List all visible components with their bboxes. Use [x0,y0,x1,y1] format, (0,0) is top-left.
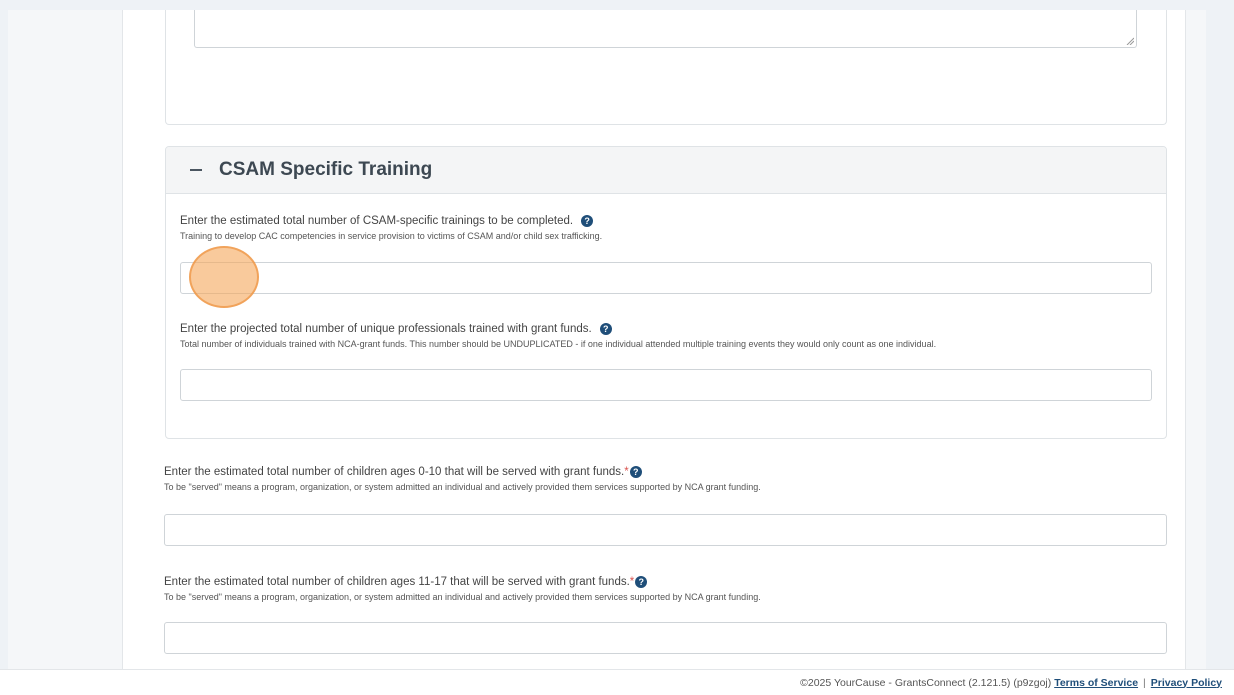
previous-textarea[interactable] [194,10,1137,48]
help-icon[interactable]: ? [635,576,648,588]
field-label: Enter the estimated total number of chil… [164,466,761,478]
children-11-17-input[interactable] [164,622,1167,654]
collapse-minus-icon[interactable] [190,169,202,171]
csam-trainings-field: Enter the estimated total number of CSAM… [180,215,602,241]
right-gutter [1186,10,1206,670]
csam-section-header[interactable]: CSAM Specific Training [166,147,1166,194]
csam-trainings-input[interactable] [180,262,1152,294]
help-icon[interactable]: ? [599,323,612,335]
csam-training-section: CSAM Specific Training Enter the estimat… [165,146,1167,439]
previous-section-card [165,10,1167,125]
help-icon[interactable]: ? [581,215,594,227]
form-content: CSAM Specific Training Enter the estimat… [122,10,1186,670]
field-label: Enter the projected total number of uniq… [180,323,936,335]
field-help-text: To be "served" means a program, organiza… [164,482,761,492]
field-label: Enter the estimated total number of chil… [164,576,761,588]
resize-grip-icon[interactable] [1126,37,1134,45]
children-11-17-field: Enter the estimated total number of chil… [164,576,761,602]
required-asterisk: * [629,576,635,588]
footer-separator: | [1143,676,1146,689]
children-0-10-input[interactable] [164,514,1167,546]
children-0-10-field: Enter the estimated total number of chil… [164,466,761,492]
unique-professionals-field: Enter the projected total number of uniq… [180,323,936,349]
copyright-text: ©2025 YourCause - GrantsConnect (2.121.5… [800,676,1052,689]
section-title: CSAM Specific Training [219,159,433,180]
field-help-text: To be "served" means a program, organiza… [164,592,761,602]
privacy-policy-link[interactable]: Privacy Policy [1151,677,1222,689]
field-label: Enter the estimated total number of CSAM… [180,215,602,227]
page-footer: ©2025 YourCause - GrantsConnect (2.121.5… [0,669,1234,695]
terms-of-service-link[interactable]: Terms of Service [1054,677,1138,689]
required-asterisk: * [624,466,629,478]
left-gutter [8,10,122,670]
help-icon[interactable]: ? [629,466,642,478]
field-help-text: Training to develop CAC competencies in … [180,231,603,241]
unique-professionals-input[interactable] [180,369,1152,401]
field-help-text: Total number of individuals trained with… [180,339,937,349]
